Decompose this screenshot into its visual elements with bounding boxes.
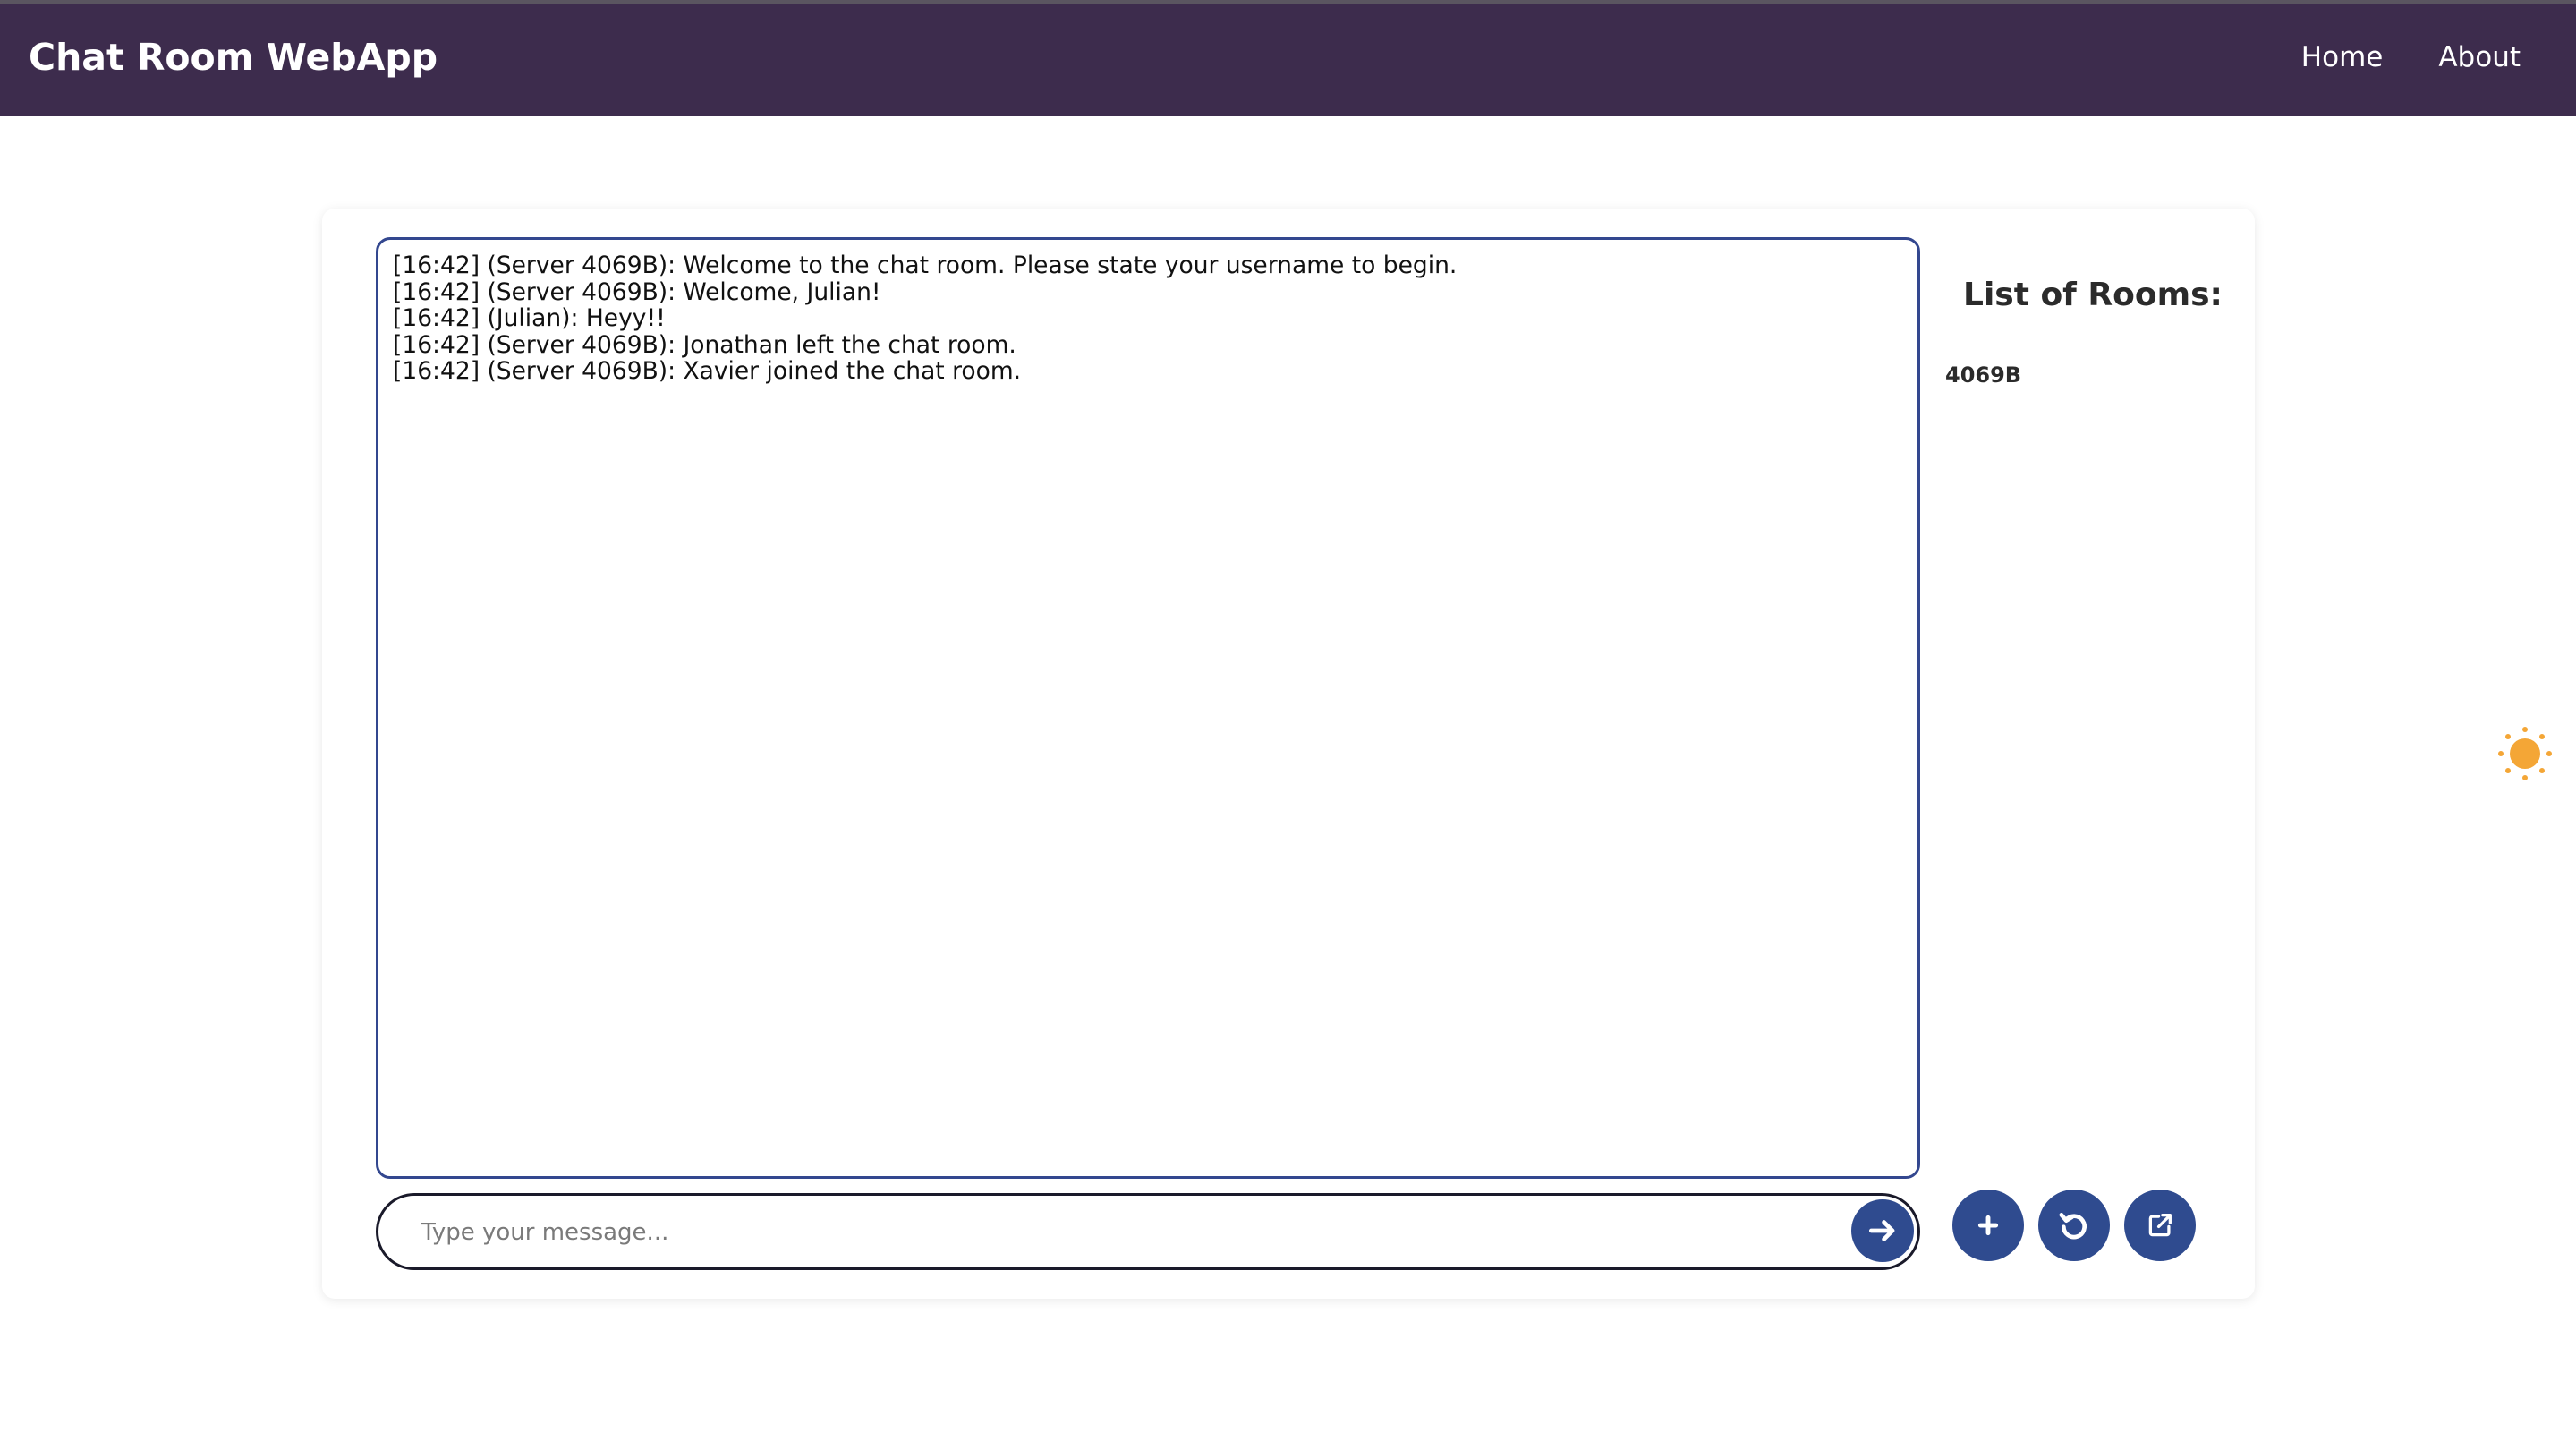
- arrow-right-icon: [1868, 1220, 1895, 1241]
- add-room-button[interactable]: [1952, 1190, 2024, 1261]
- nav-home-link[interactable]: Home: [2301, 41, 2384, 73]
- refresh-icon: [2059, 1213, 2087, 1240]
- sun-icon: [2498, 727, 2552, 780]
- chat-message: [16:42] (Server 4069B): Welcome to the c…: [393, 252, 1458, 279]
- nav-links: Home About: [2301, 41, 2521, 73]
- message-composer: [376, 1193, 1920, 1270]
- theme-toggle-button[interactable]: [2496, 725, 2554, 782]
- chat-message: [16:42] (Server 4069B): Welcome, Julian!: [393, 277, 881, 306]
- chat-message: [16:42] (Server 4069B): Xavier joined th…: [393, 357, 1022, 385]
- chat-message: [16:42] (Julian): Heyy!!: [393, 304, 666, 332]
- plus-icon: [1977, 1215, 1999, 1236]
- chat-message: [16:42] (Server 4069B): Jonathan left th…: [393, 330, 1016, 359]
- send-button[interactable]: [1851, 1199, 1914, 1262]
- nav-about-link[interactable]: About: [2438, 41, 2521, 73]
- open-external-button[interactable]: [2124, 1190, 2196, 1261]
- chat-card: [16:42] (Server 4069B): Welcome to the c…: [322, 209, 2255, 1299]
- chat-log[interactable]: [16:42] (Server 4069B): Welcome to the c…: [376, 237, 1920, 1179]
- external-link-icon: [2148, 1214, 2172, 1237]
- message-input[interactable]: [420, 1212, 1765, 1253]
- refresh-button[interactable]: [2038, 1190, 2110, 1261]
- navbar: Chat Room WebApp Home About: [0, 0, 2576, 116]
- brand-title[interactable]: Chat Room WebApp: [29, 36, 438, 79]
- rooms-list-title: List of Rooms:: [1963, 277, 2223, 313]
- room-item[interactable]: 4069B: [1945, 362, 2021, 388]
